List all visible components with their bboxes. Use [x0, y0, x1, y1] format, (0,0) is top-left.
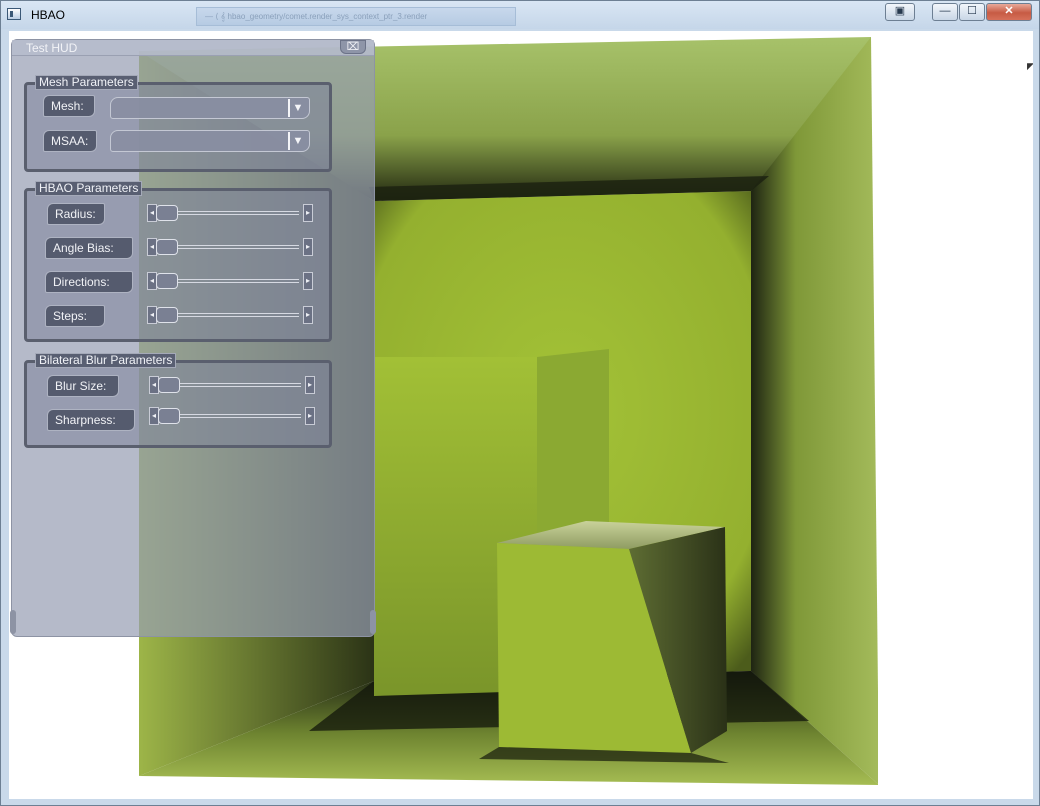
hud-title: Test HUD — [26, 41, 78, 55]
title-bar[interactable]: HBAO — ⟨ 𝄞 hbao_geometry/comet.render_sy… — [1, 1, 1039, 29]
blur-size-slider-track[interactable] — [163, 383, 301, 387]
steps-increment-icon[interactable]: ▸ — [303, 306, 313, 324]
angle-bias-slider[interactable]: ◂ ▸ — [147, 238, 313, 256]
hbao-parameters-title: HBAO Parameters — [35, 181, 143, 196]
render-viewport[interactable]: ◤ Test HUD ⌧ Mesh Parameters Mesh: ▼ MSA… — [9, 31, 1033, 799]
mesh-parameters-title: Mesh Parameters — [35, 75, 138, 90]
background-window-caption: — ⟨ 𝄞 hbao_geometry/comet.render_sys_con… — [196, 7, 516, 26]
mesh-label: Mesh: — [43, 95, 95, 117]
blur-size-label: Blur Size: — [47, 375, 119, 397]
close-button[interactable]: ✕ — [986, 3, 1032, 21]
radius-slider[interactable]: ◂ ▸ — [147, 204, 313, 222]
blur-parameters-title: Bilateral Blur Parameters — [35, 353, 177, 368]
angle-bias-slider-track[interactable] — [161, 245, 299, 249]
blur-parameters-group: Bilateral Blur Parameters Blur Size: ◂ ▸… — [24, 353, 332, 448]
mesh-parameters-group: Mesh Parameters Mesh: ▼ MSAA: ▼ — [24, 75, 332, 172]
maximize-button[interactable]: ☐ — [959, 3, 985, 21]
angle-bias-slider-thumb[interactable] — [156, 239, 178, 255]
steps-label: Steps: — [45, 305, 105, 327]
directions-label: Directions: — [45, 271, 133, 293]
app-window: HBAO — ⟨ 𝄞 hbao_geometry/comet.render_sy… — [0, 0, 1040, 806]
msaa-dropdown-arrow-icon[interactable]: ▼ — [288, 132, 306, 150]
hud-resize-handle-left[interactable] — [10, 610, 16, 634]
hud-title-bar[interactable]: Test HUD ⌧ — [12, 40, 374, 56]
resize-corner-icon: ◤ — [1027, 61, 1033, 71]
radius-slider-track[interactable] — [161, 211, 299, 215]
radius-label: Radius: — [47, 203, 105, 225]
msaa-combobox[interactable]: ▼ — [110, 130, 310, 152]
directions-slider-thumb[interactable] — [156, 273, 178, 289]
app-icon[interactable] — [7, 8, 21, 20]
window-title: HBAO — [31, 8, 66, 22]
mesh-combobox[interactable]: ▼ — [110, 97, 310, 119]
sharpness-label: Sharpness: — [47, 409, 135, 431]
radius-slider-thumb[interactable] — [156, 205, 178, 221]
test-hud-panel[interactable]: Test HUD ⌧ Mesh Parameters Mesh: ▼ MSAA:… — [10, 39, 376, 637]
sharpness-increment-icon[interactable]: ▸ — [305, 407, 315, 425]
hud-close-button[interactable]: ⌧ — [340, 40, 366, 54]
directions-slider-track[interactable] — [161, 279, 299, 283]
steps-slider-track[interactable] — [161, 313, 299, 317]
blur-size-slider[interactable]: ◂ ▸ — [149, 376, 315, 394]
sharpness-slider-thumb[interactable] — [158, 408, 180, 424]
blur-size-increment-icon[interactable]: ▸ — [305, 376, 315, 394]
directions-increment-icon[interactable]: ▸ — [303, 272, 313, 290]
scene-right-edge — [878, 37, 880, 787]
hud-resize-handle-right[interactable] — [370, 610, 376, 634]
directions-slider[interactable]: ◂ ▸ — [147, 272, 313, 290]
sharpness-slider-track[interactable] — [163, 414, 301, 418]
steps-slider[interactable]: ◂ ▸ — [147, 306, 313, 324]
blur-size-slider-thumb[interactable] — [158, 377, 180, 393]
msaa-label: MSAA: — [43, 130, 97, 152]
radius-increment-icon[interactable]: ▸ — [303, 204, 313, 222]
steps-slider-thumb[interactable] — [156, 307, 178, 323]
mesh-dropdown-arrow-icon[interactable]: ▼ — [288, 99, 306, 117]
hbao-parameters-group: HBAO Parameters Radius: ◂ ▸ Angle Bias: … — [24, 181, 332, 342]
angle-bias-label: Angle Bias: — [45, 237, 133, 259]
angle-bias-increment-icon[interactable]: ▸ — [303, 238, 313, 256]
sharpness-slider[interactable]: ◂ ▸ — [149, 407, 315, 425]
extra-window-button[interactable]: ▣ — [885, 3, 915, 21]
minimize-button[interactable]: — — [932, 3, 958, 21]
